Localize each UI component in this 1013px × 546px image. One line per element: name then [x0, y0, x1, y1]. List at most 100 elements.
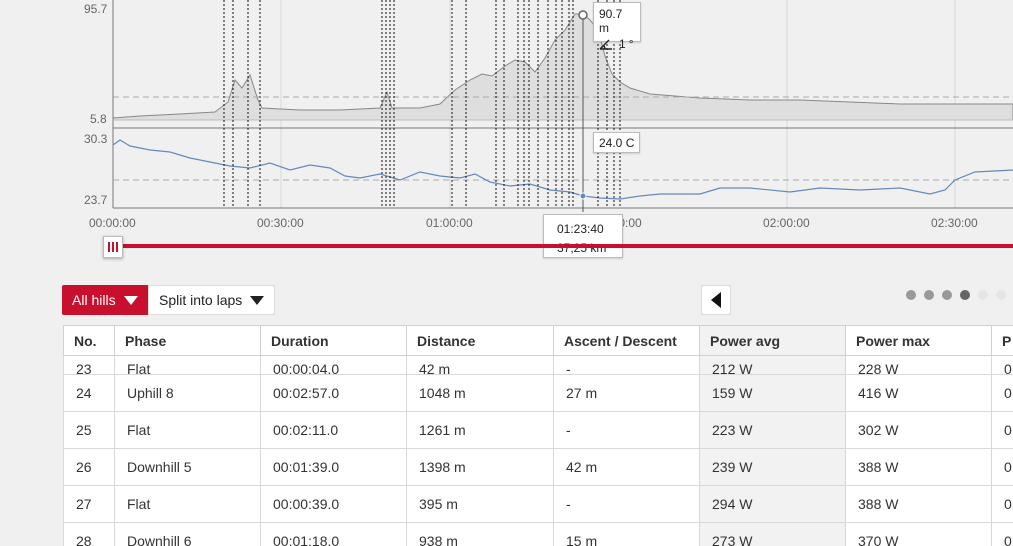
- column-header[interactable]: Duration: [260, 325, 407, 356]
- altitude-cursor-point: [578, 10, 588, 20]
- slope-unit: °: [628, 37, 634, 51]
- time-tick: 02:30:00: [931, 216, 978, 230]
- cell-no: 26: [63, 448, 115, 486]
- cell-ascent: -: [553, 355, 700, 375]
- table-header-row: No. Phase Duration Distance Ascent / Des…: [63, 325, 1013, 356]
- cell-power-avg: 239 W: [699, 448, 846, 486]
- cell-extra: 0: [991, 374, 1013, 412]
- altitude-value: 90.7: [599, 7, 623, 21]
- all-hills-dropdown[interactable]: All hills: [62, 285, 148, 315]
- cell-distance: 42 m: [406, 355, 554, 375]
- page-dot[interactable]: [924, 290, 934, 300]
- page-dot[interactable]: [978, 290, 988, 300]
- table-row[interactable]: 28 Downhill 6 00:01:18.0 938 m 15 m 273 …: [63, 522, 1013, 546]
- cell-duration: 00:02:57.0: [260, 374, 407, 412]
- scroll-left-button[interactable]: [701, 285, 731, 315]
- cell-power-max: 302 W: [845, 411, 992, 449]
- table-row[interactable]: 26 Downhill 5 00:01:39.0 1398 m 42 m 239…: [63, 448, 1013, 486]
- phases-table[interactable]: No. Phase Duration Distance Ascent / Des…: [63, 325, 1013, 546]
- time-tick: 00:30:00: [257, 216, 304, 230]
- cell-ascent: -: [553, 411, 700, 449]
- range-slider-track[interactable]: [112, 244, 1013, 248]
- chevron-down-icon: [250, 295, 265, 305]
- column-header[interactable]: Power avg: [699, 325, 846, 356]
- page-dot[interactable]: [906, 290, 916, 300]
- all-hills-label: All hills: [72, 292, 116, 308]
- time-tick: 00:00:00: [89, 216, 136, 230]
- time-tick: 01:00:00: [426, 216, 473, 230]
- cursor-distance: 37,25 km: [557, 241, 607, 255]
- cell-power-max: 388 W: [845, 448, 992, 486]
- cell-phase: Flat: [114, 485, 261, 523]
- column-header[interactable]: Ascent / Descent: [553, 325, 700, 356]
- altitude-max-label: 95.7: [84, 2, 108, 16]
- triangle-left-icon: [711, 292, 721, 308]
- table-row[interactable]: 23 Flat 00:00:04.0 42 m - 212 W 228 W 0: [63, 355, 1013, 375]
- column-header[interactable]: P: [991, 325, 1013, 356]
- page-dot[interactable]: [942, 290, 952, 300]
- cell-power-avg: 273 W: [699, 522, 846, 546]
- cell-duration: 00:00:04.0: [260, 355, 407, 375]
- cell-distance: 1048 m: [406, 374, 554, 412]
- altitude-unit: m: [599, 21, 609, 35]
- page-dot-active[interactable]: [960, 290, 970, 300]
- cell-power-max: 228 W: [845, 355, 992, 375]
- chevron-down-icon: [123, 295, 138, 305]
- cell-phase: Uphill 8: [114, 374, 261, 412]
- cell-distance: 938 m: [406, 522, 554, 546]
- cell-extra: 0: [991, 522, 1013, 546]
- cell-duration: 00:00:39.0: [260, 485, 407, 523]
- cell-power-avg: 212 W: [699, 355, 846, 375]
- column-header[interactable]: No.: [63, 325, 115, 356]
- cell-extra: 0: [991, 485, 1013, 523]
- temperature-min-label: 23.7: [84, 193, 108, 207]
- cursor-time: 01:23:40: [557, 222, 604, 236]
- temperature-tooltip: 24.0 C: [593, 132, 641, 153]
- cell-no: 28: [63, 522, 115, 546]
- cursor-readout: 01:23:40 37,25 km: [543, 214, 623, 258]
- temperature-unit: C: [625, 136, 635, 150]
- slope-icon: [599, 39, 612, 50]
- altitude-min-label: 5.8: [90, 112, 107, 126]
- cell-power-max: 370 W: [845, 522, 992, 546]
- slope-value: 1: [619, 37, 626, 51]
- cell-phase: Flat: [114, 355, 261, 375]
- range-slider-handle[interactable]: [103, 236, 123, 258]
- altitude-tooltip: 90.7 m 1 °: [593, 2, 641, 51]
- cell-distance: 1398 m: [406, 448, 554, 486]
- cell-phase: Downhill 5: [114, 448, 261, 486]
- cell-duration: 00:01:18.0: [260, 522, 407, 546]
- cell-duration: 00:01:39.0: [260, 448, 407, 486]
- chart-svg: [112, 0, 1013, 212]
- cell-extra: 0: [991, 355, 1013, 375]
- column-header[interactable]: Power max: [845, 325, 992, 356]
- cell-extra: 0: [991, 448, 1013, 486]
- temperature-max-label: 30.3: [84, 132, 108, 146]
- cell-power-avg: 294 W: [699, 485, 846, 523]
- split-laps-label: Split into laps: [159, 292, 243, 308]
- page-dot[interactable]: [996, 290, 1006, 300]
- table-row[interactable]: 27 Flat 00:00:39.0 395 m - 294 W 388 W 0: [63, 485, 1013, 523]
- cell-power-max: 388 W: [845, 485, 992, 523]
- cell-duration: 00:02:11.0: [260, 411, 407, 449]
- cell-power-avg: 159 W: [699, 374, 846, 412]
- column-header[interactable]: Distance: [406, 325, 554, 356]
- split-laps-dropdown[interactable]: Split into laps: [148, 285, 275, 315]
- cell-power-avg: 223 W: [699, 411, 846, 449]
- cell-ascent: 42 m: [553, 448, 700, 486]
- activity-chart[interactable]: 95.7 5.8 30.3 23.7 00:00:00 00:30:00 01:…: [0, 0, 1013, 260]
- time-tick: 02:00:00: [763, 216, 810, 230]
- column-header[interactable]: Phase: [114, 325, 261, 356]
- table-row[interactable]: 25 Flat 00:02:11.0 1261 m - 223 W 302 W …: [63, 411, 1013, 449]
- cell-power-max: 416 W: [845, 374, 992, 412]
- cell-extra: 0: [991, 411, 1013, 449]
- cell-ascent: 15 m: [553, 522, 700, 546]
- table-row[interactable]: 24 Uphill 8 00:02:57.0 1048 m 27 m 159 W…: [63, 374, 1013, 412]
- cell-no: 24: [63, 374, 115, 412]
- column-pagination: [906, 290, 1013, 300]
- cell-ascent: 27 m: [553, 374, 700, 412]
- cell-no: 23: [63, 355, 115, 375]
- cell-distance: 1261 m: [406, 411, 554, 449]
- temperature-value: 24.0: [599, 136, 623, 150]
- cell-phase: Downhill 6: [114, 522, 261, 546]
